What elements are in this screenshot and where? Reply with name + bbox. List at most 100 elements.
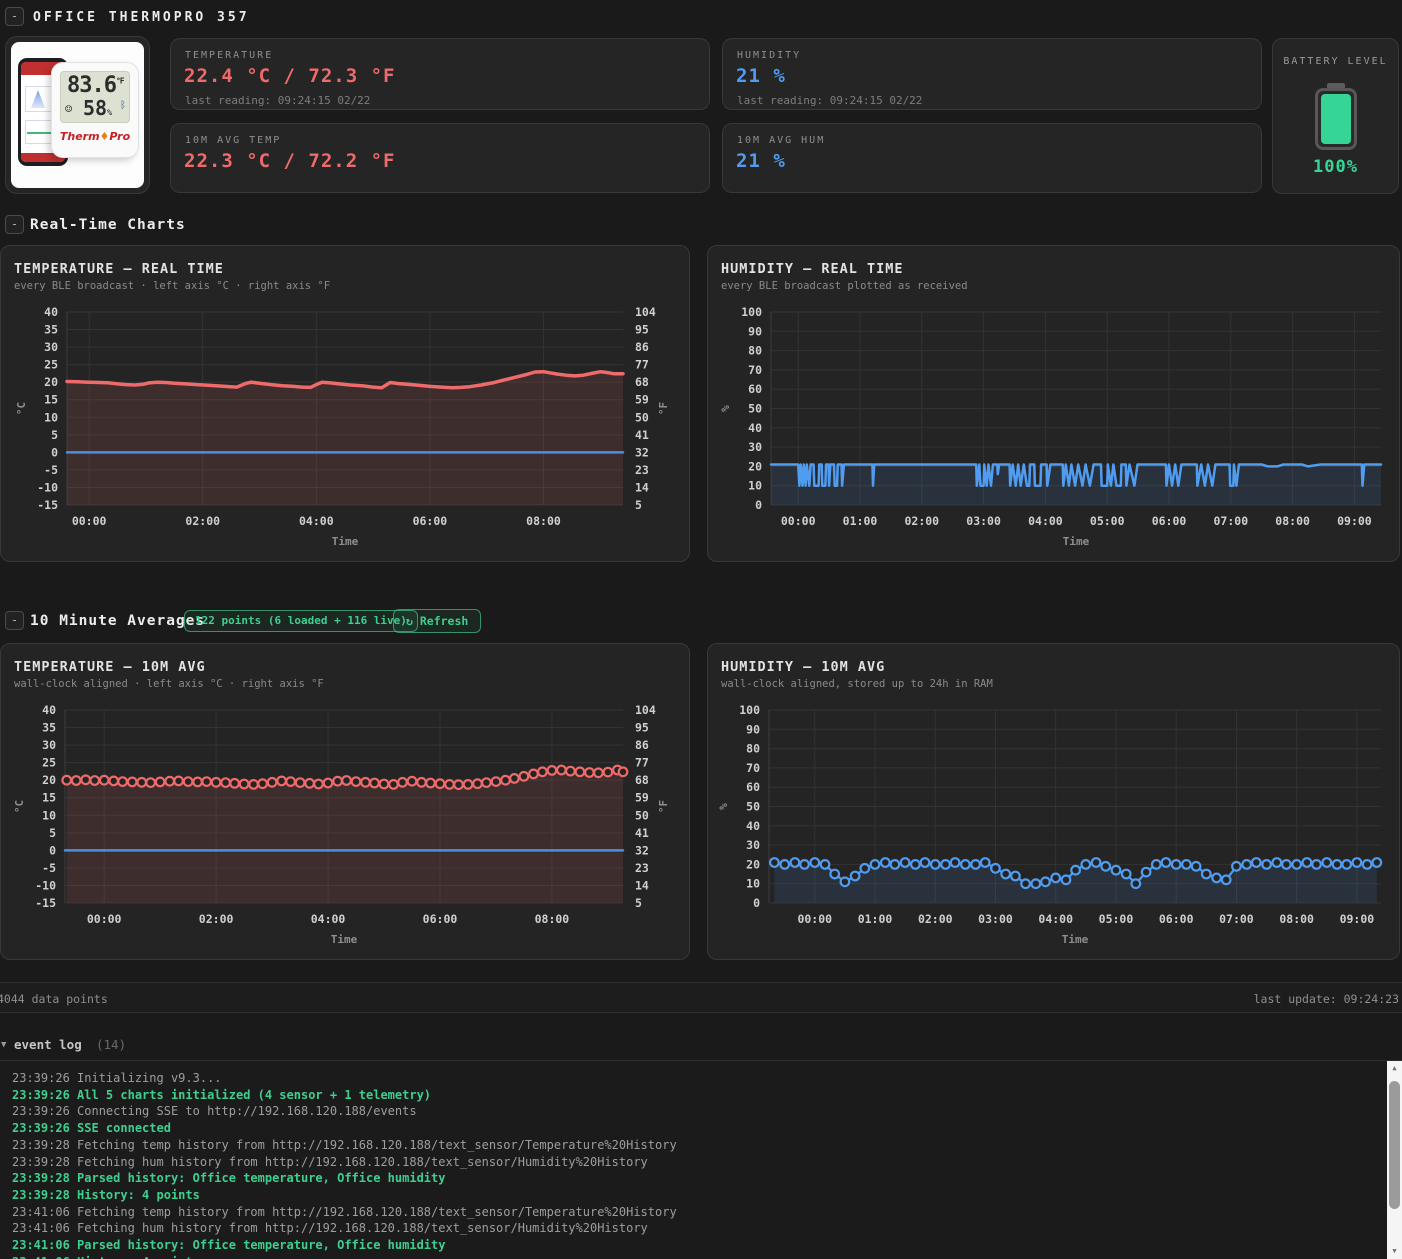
temperature-label: TEMPERATURE	[185, 50, 274, 61]
last-update-time: last update: 09:24:23	[1253, 992, 1399, 1006]
avg-hum-label: 10M AVG HUM	[737, 135, 826, 146]
svg-text:5: 5	[51, 428, 58, 442]
scroll-down-icon[interactable]: ▼	[1387, 1244, 1402, 1259]
svg-text:50: 50	[635, 808, 649, 822]
svg-text:5: 5	[635, 498, 642, 512]
refresh-button[interactable]: ↻ Refresh	[393, 609, 482, 633]
svg-text:100: 100	[739, 703, 760, 717]
event-log-title: event log	[14, 1037, 82, 1052]
temp-realtime-chart: 4035302520151050-5-10-151049586776859504…	[15, 305, 670, 548]
svg-text:5: 5	[635, 896, 642, 910]
svg-text:59: 59	[635, 791, 649, 805]
scrollbar-thumb[interactable]	[1389, 1081, 1400, 1209]
log-entry: 23:41:06 Parsed history: Office temperat…	[12, 1238, 446, 1253]
device-photo: 83.6°F ☺ 58% ᛒ Therm♦Pro	[11, 42, 144, 188]
hum-realtime-chart: 100908070605040302010000:00 01:00 02:00 03:…	[719, 305, 1383, 548]
svg-text:95: 95	[635, 721, 649, 735]
svg-text:70: 70	[748, 363, 762, 377]
battery-card: BATTERY LEVEL 100%	[1272, 38, 1399, 194]
svg-text:80: 80	[748, 344, 762, 358]
svg-text:06:00: 06:00	[1152, 514, 1187, 528]
svg-text:40: 40	[746, 819, 760, 833]
svg-text:10: 10	[748, 479, 762, 493]
log-entry: 23:39:26 SSE connected	[12, 1121, 171, 1136]
svg-text:03:00: 03:00	[966, 514, 1001, 528]
svg-text:08:00: 08:00	[535, 912, 570, 926]
svg-text:00:00: 00:00	[87, 912, 122, 926]
bluetooth-icon: ᛒ	[120, 100, 126, 111]
svg-text:°F: °F	[657, 800, 670, 813]
log-entry: 23:39:26 All 5 charts initialized (4 sen…	[12, 1087, 432, 1102]
log-entry: 23:41:06 History: 4 points	[12, 1254, 1382, 1259]
svg-text:77: 77	[635, 358, 649, 372]
svg-text:35: 35	[42, 721, 56, 735]
points-count-badge: 122 points (6 loaded + 116 live)	[184, 610, 418, 632]
svg-text:00:00: 00:00	[72, 514, 107, 528]
svg-text:70: 70	[746, 761, 760, 775]
svg-text:23: 23	[635, 861, 649, 875]
svg-text:20: 20	[748, 459, 762, 473]
humidity-label: HUMIDITY	[737, 50, 802, 61]
temperature-card: TEMPERATURE 22.4 °C / 72.3 °F last readi…	[170, 38, 710, 110]
collapse-realtime-button[interactable]: -	[5, 215, 24, 234]
svg-text:14: 14	[635, 480, 649, 494]
svg-text:08:00: 08:00	[1275, 514, 1310, 528]
svg-text:20: 20	[746, 857, 760, 871]
chevron-down-icon[interactable]: ▼	[1, 1040, 6, 1050]
hum-realtime-chart-card: HUMIDITY — REAL TIME every BLE broadcast…	[707, 245, 1400, 562]
svg-text:104: 104	[635, 305, 656, 319]
svg-text:06:00: 06:00	[423, 912, 458, 926]
svg-text:35: 35	[44, 323, 58, 337]
svg-text:41: 41	[635, 826, 649, 840]
svg-text:30: 30	[746, 838, 760, 852]
svg-text:-15: -15	[37, 498, 58, 512]
temp-avg-chart: 4035302520151050-5-10-151049586776859504…	[13, 703, 670, 946]
svg-text:°C: °C	[13, 800, 26, 813]
svg-text:-5: -5	[42, 861, 56, 875]
svg-text:0: 0	[755, 498, 762, 512]
avg-temp-label: 10M AVG TEMP	[185, 135, 282, 146]
svg-text:0: 0	[49, 843, 56, 857]
battery-label: BATTERY LEVEL	[1283, 56, 1388, 67]
log-entry: 23:41:06 Fetching temp history from http…	[12, 1204, 677, 1219]
svg-text:-10: -10	[35, 878, 56, 892]
svg-text:01:00: 01:00	[858, 912, 893, 926]
svg-text:15: 15	[42, 791, 56, 805]
humidity-last-reading: last reading: 09:24:15 02/22	[737, 94, 923, 107]
svg-text:15: 15	[44, 393, 58, 407]
svg-text:40: 40	[44, 305, 58, 319]
svg-text:-10: -10	[37, 480, 58, 494]
device-lcd: 83.6°F ☺ 58% ᛒ	[60, 71, 130, 123]
svg-text:05:00: 05:00	[1099, 912, 1134, 926]
svg-text:07:00: 07:00	[1219, 912, 1254, 926]
event-log-header[interactable]: ▼ event log (14)	[0, 1035, 1402, 1057]
event-log-count: (14)	[96, 1037, 127, 1052]
svg-text:40: 40	[748, 421, 762, 435]
svg-text:86: 86	[635, 738, 649, 752]
svg-text:5: 5	[49, 826, 56, 840]
svg-text:59: 59	[635, 393, 649, 407]
svg-text:20: 20	[42, 773, 56, 787]
collapse-averages-button[interactable]: -	[5, 611, 24, 630]
event-log-list: 23:39:26 Initializing v9.3... 23:39:26 Al…	[12, 1070, 1382, 1259]
svg-text:00:00: 00:00	[781, 514, 816, 528]
svg-text:04:00: 04:00	[311, 912, 346, 926]
svg-text:20: 20	[44, 375, 58, 389]
scroll-up-icon[interactable]: ▲	[1387, 1061, 1402, 1076]
svg-text:80: 80	[746, 742, 760, 756]
svg-text:02:00: 02:00	[918, 912, 953, 926]
svg-text:25: 25	[42, 756, 56, 770]
svg-text:09:00: 09:00	[1340, 912, 1375, 926]
svg-text:Time: Time	[1062, 933, 1089, 946]
svg-text:03:00: 03:00	[978, 912, 1013, 926]
svg-text:08:00: 08:00	[526, 514, 561, 528]
avg-temp-value: 22.3 °C / 72.2 °F	[184, 150, 396, 172]
log-entry: 23:39:28 Fetching hum history from http:…	[12, 1154, 648, 1169]
collapse-overview-button[interactable]: -	[5, 7, 24, 26]
svg-text:%: %	[717, 803, 730, 810]
svg-text:25: 25	[44, 358, 58, 372]
svg-text:06:00: 06:00	[413, 514, 448, 528]
event-log-scrollbar[interactable]: ▲ ▼	[1387, 1061, 1402, 1259]
svg-text:50: 50	[748, 402, 762, 416]
svg-text:10: 10	[746, 877, 760, 891]
